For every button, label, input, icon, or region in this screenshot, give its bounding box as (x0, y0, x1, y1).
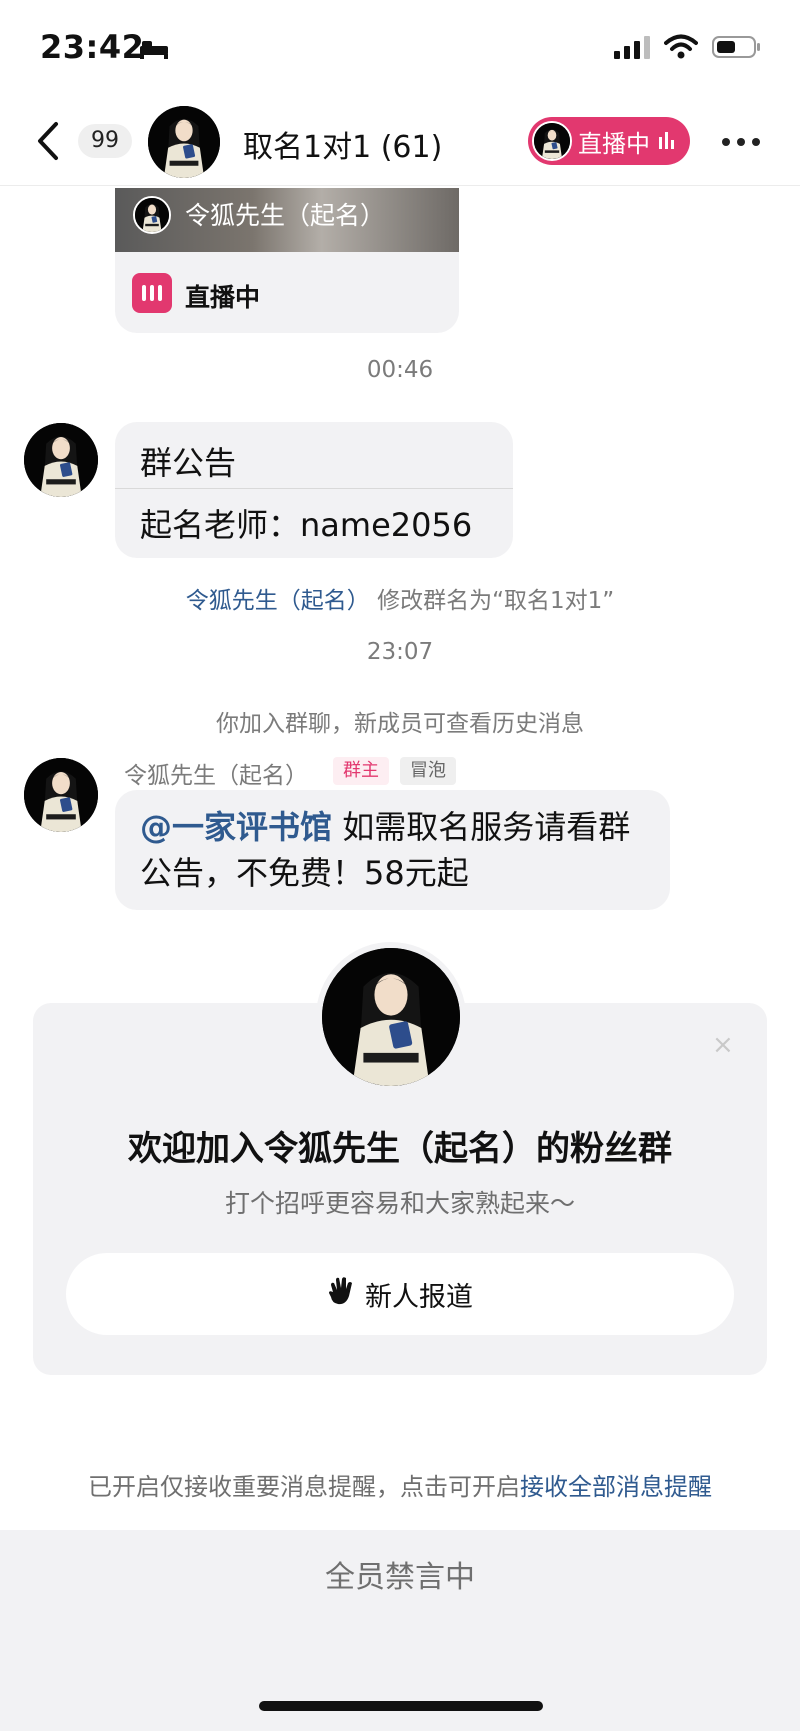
enable-all-notifications-link[interactable]: 接收全部消息提醒 (520, 1473, 712, 1501)
live-share-card[interactable]: 令狐先生（起名） 直播中 (115, 188, 459, 333)
cellular-signal-icon (614, 35, 650, 63)
newcomer-checkin-label: 新人报道 (365, 1281, 473, 1313)
wifi-icon (664, 34, 698, 64)
rename-actor-link[interactable]: 令狐先生（起名） (186, 588, 370, 614)
owner-tag: 群主 (333, 757, 389, 785)
timestamp: 00:46 (366, 357, 434, 383)
close-icon[interactable]: × (712, 1030, 734, 1060)
newcomer-checkin-button[interactable]: 新人报道 (66, 1253, 734, 1335)
rename-system-message: 令狐先生（起名） 修改群名为“取名1对1” (0, 581, 800, 615)
streamer-name: 令狐先生（起名） (185, 201, 386, 230)
timestamp: 23:07 (366, 639, 434, 665)
chevron-left-icon (38, 122, 58, 160)
message-bubble[interactable]: @一家评书馆 如需取名服务请看群公告，不免费！58元起 (115, 790, 670, 910)
sender-avatar[interactable] (24, 758, 98, 832)
unread-badge[interactable]: 99 (78, 124, 132, 158)
rename-text: 修改群名为“取名1对1” (369, 588, 615, 614)
bubble-tag: 冒泡 (400, 757, 456, 785)
status-time: 23:42 (40, 28, 145, 66)
more-options-icon[interactable] (722, 138, 760, 146)
notice-title: 群公告 (140, 444, 237, 482)
sleep-focus-icon (138, 38, 170, 64)
status-icons (614, 34, 762, 64)
live-status: 直播中 (185, 283, 261, 312)
welcome-subtitle: 打个招呼更容易和大家熟起来～ (224, 1189, 575, 1218)
notification-hint: 已开启仅接收重要消息提醒，点击可开启接收全部消息提醒 (0, 1467, 800, 1502)
streamer-avatar (532, 121, 572, 161)
streamer-avatar (133, 196, 171, 234)
welcome-title: 欢迎加入令狐先生（起名）的粉丝群 (128, 1129, 672, 1169)
group-notice-bubble[interactable]: 群公告 起名老师：name2056 (115, 422, 513, 558)
live-label: 直播中 (578, 129, 650, 158)
live-icon (132, 273, 172, 313)
join-notice: 你加入群聊，新成员可查看历史消息 (216, 711, 584, 737)
notify-prefix: 已开启仅接收重要消息提醒，点击可开启 (88, 1473, 520, 1501)
group-avatar[interactable] (148, 106, 220, 178)
back-button[interactable] (30, 118, 66, 164)
battery-icon (712, 35, 762, 63)
live-now-button[interactable]: 直播中 (528, 117, 690, 165)
live-bars-icon (658, 127, 676, 155)
host-avatar[interactable] (316, 942, 466, 1092)
notice-divider (115, 488, 513, 489)
notice-body: 起名老师：name2056 (140, 506, 473, 544)
sender-avatar[interactable] (24, 423, 98, 497)
message-text: @一家评书馆 如需取名服务请看群公告，不免费！58元起 (140, 804, 660, 896)
group-title[interactable]: 取名1对1 (61) (243, 122, 442, 166)
mute-status: 全员禁言中 (325, 1560, 475, 1595)
home-indicator[interactable] (259, 1701, 543, 1711)
sender-name[interactable]: 令狐先生（起名） (124, 756, 308, 790)
wave-hand-icon (327, 1276, 355, 1313)
mention-link[interactable]: @一家评书馆 (140, 808, 332, 846)
